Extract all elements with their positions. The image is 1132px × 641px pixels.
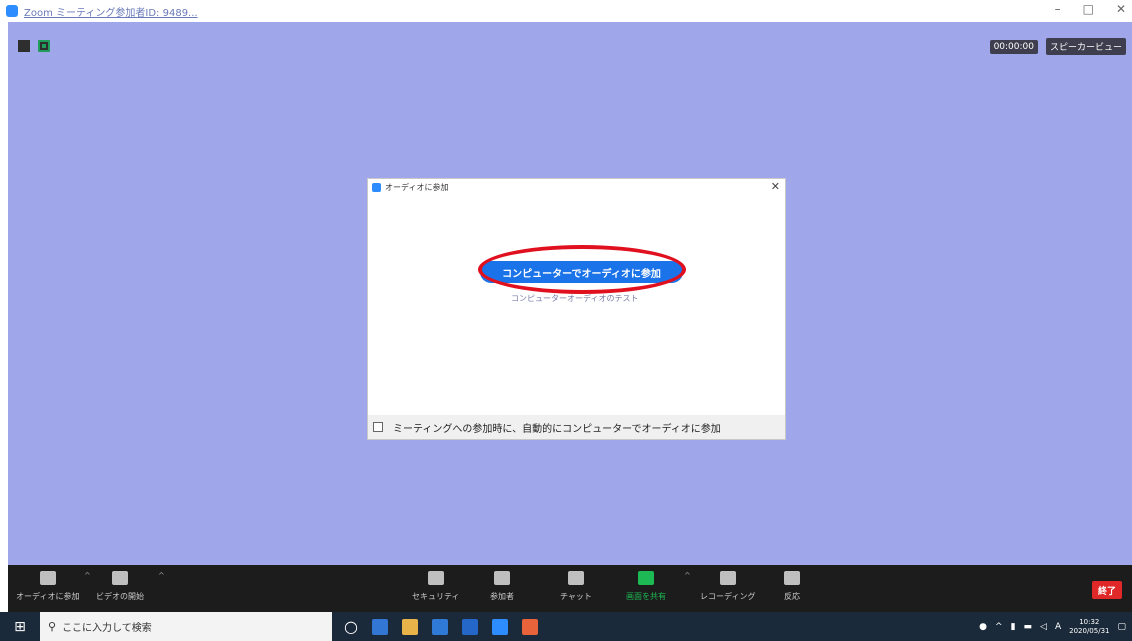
join-audio-toolbar-button[interactable]: オーディオに参加 [16,571,79,602]
record-icon [719,571,736,585]
end-meeting-button[interactable]: 終了 [1092,581,1122,599]
window-titlebar: Zoom ミーティング参加者ID: 9489... – □ ✕ [0,0,1132,22]
reaction-toolbar-button[interactable]: 反応 [784,571,800,602]
photos-icon[interactable] [431,618,448,635]
shield-icon [427,571,444,585]
join-audio-dialog: オーディオに参加 ✕ コンピューターでオーディオに参加 コンピューターオーディオ… [367,178,786,440]
share-chevron-icon[interactable]: ^ [684,571,691,580]
help-icon[interactable]: ● [979,622,987,632]
encryption-shield-icon[interactable] [38,40,50,52]
auto-join-checkbox[interactable] [373,422,383,432]
toolbar-label: チャット [560,592,592,601]
windows-start-icon[interactable]: ⊞ [0,612,40,641]
search-placeholder: ここに入力して検索 [62,623,152,634]
dialog-title: オーディオに参加 [385,182,449,192]
search-icon: ⚲ [48,620,57,633]
toolbar-label: セキュリティ [412,592,460,601]
zoom-app-icon [6,5,18,17]
chat-icon [567,571,584,585]
dialog-footer: ミーティングへの参加時に、自動的にコンピューターでオーディオに参加 [368,415,785,439]
clock-time: 10:32 [1079,617,1100,626]
toolbar-label: オーディオに参加 [16,592,80,601]
taskbar-clock[interactable]: 10:32 2020/05/31 [1069,618,1109,636]
volume-icon[interactable]: ◁ [1040,622,1047,632]
window-title: Zoom ミーティング参加者ID: 9489... [24,7,198,19]
dialog-close-icon[interactable]: ✕ [771,180,780,193]
network-icon[interactable]: ▮ [1011,622,1016,632]
view-toggle-button[interactable]: スピーカービュー [1045,38,1126,55]
meeting-info-icons [18,40,50,52]
taskbar-apps: ○ [344,617,538,636]
edge-icon[interactable] [371,618,388,635]
minimize-button[interactable]: – [1055,2,1061,16]
record-toolbar-button[interactable]: レコーディング [700,571,755,602]
word-icon[interactable] [461,618,478,635]
video-chevron-icon[interactable]: ^ [158,571,165,580]
headphones-icon [39,571,56,585]
cortana-icon[interactable]: ○ [344,617,358,636]
audio-chevron-icon[interactable]: ^ [84,571,91,580]
system-tray: ● ^ ▮ ▬ ◁ A 10:32 2020/05/31 ▢ [979,612,1126,641]
share-screen-toolbar-button[interactable]: 画面を共有 [626,571,666,602]
ime-indicator[interactable]: A [1055,622,1061,632]
taskbar-search-box[interactable]: ⚲ ここに入力して検索 [40,612,332,641]
toolbar-label: レコーディング [700,592,756,601]
auto-join-label[interactable]: ミーティングへの参加時に、自動的にコンピューターでオーディオに参加 [393,420,721,435]
zoom-dialog-icon [372,182,381,192]
window-controls: – □ ✕ [1055,2,1126,16]
info-icon[interactable] [18,40,30,52]
tray-chevron-icon[interactable]: ^ [995,622,1003,632]
participants-icon [494,571,510,585]
toolbar-label: 参加者 [490,592,514,601]
video-camera-icon [112,571,128,585]
meeting-toolbar: オーディオに参加 ^ ビデオの開始 ^ セキュリティ 参加者 チャット 画面を共… [8,565,1132,612]
zoom-taskbar-icon[interactable] [491,618,508,635]
file-explorer-icon[interactable] [401,618,418,635]
maximize-button[interactable]: □ [1083,2,1094,16]
test-computer-audio-link[interactable]: コンピューターオーディオのテスト [511,293,638,304]
battery-icon[interactable]: ▬ [1024,622,1033,632]
meeting-area: 00:00:00 スピーカービュー オーディオに参加 ✕ コンピューターでオーデ… [8,22,1132,565]
start-video-toolbar-button[interactable]: ビデオの開始 [96,571,144,602]
meeting-top-right: 00:00:00 スピーカービュー [989,38,1126,55]
participants-toolbar-button[interactable]: 参加者 [490,571,514,602]
highlight-annotation-ring [478,245,686,294]
windows-taskbar: ⊞ ⚲ ここに入力して検索 ○ ● ^ ▮ ▬ ◁ A 10:32 2020/0… [0,612,1132,641]
clock-date: 2020/05/31 [1069,626,1110,635]
reaction-icon [784,571,800,585]
toolbar-label: 画面を共有 [626,592,666,601]
dialog-header: オーディオに参加 ✕ [368,179,785,195]
toolbar-label: ビデオの開始 [96,592,144,601]
security-toolbar-button[interactable]: セキュリティ [412,571,460,602]
firefox-icon[interactable] [521,618,538,635]
meeting-timer: 00:00:00 [989,39,1038,54]
chat-toolbar-button[interactable]: チャット [560,571,592,602]
toolbar-label: 反応 [784,592,800,601]
close-button[interactable]: ✕ [1116,2,1126,16]
notification-icon[interactable]: ▢ [1117,622,1126,632]
share-screen-icon [638,571,654,585]
